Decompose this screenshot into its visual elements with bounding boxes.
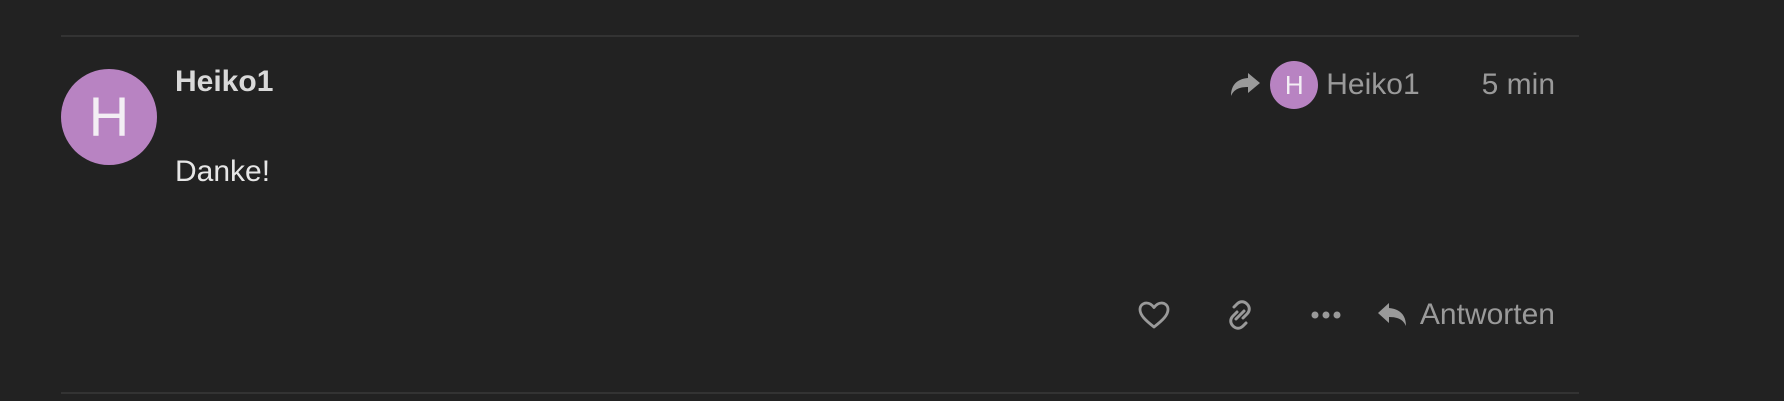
more-button[interactable] xyxy=(1302,291,1350,339)
reply-to-link[interactable]: H Heiko1 xyxy=(1228,61,1420,109)
reply-button[interactable]: Antworten xyxy=(1376,298,1555,332)
copy-link-button[interactable] xyxy=(1216,291,1264,339)
ellipsis-icon xyxy=(1311,310,1341,320)
reply-to-avatar: H xyxy=(1270,61,1319,109)
post: H Heiko1 Danke! H Heiko1 5 min Antworten xyxy=(61,35,1579,394)
link-icon xyxy=(1223,300,1257,330)
post-meta: H Heiko1 5 min xyxy=(1228,61,1555,109)
reply-to-avatar-letter: H xyxy=(1284,70,1304,100)
avatar-letter: H xyxy=(88,85,130,148)
share-forward-icon xyxy=(1228,70,1262,100)
reply-label: Antworten xyxy=(1419,298,1555,331)
post-actions: Antworten xyxy=(1130,291,1555,339)
like-button[interactable] xyxy=(1130,291,1178,339)
heart-icon xyxy=(1137,300,1171,330)
avatar[interactable]: H xyxy=(61,69,157,165)
post-username[interactable]: Heiko1 xyxy=(175,65,273,98)
reply-to-username: Heiko1 xyxy=(1326,68,1420,101)
post-body: Danke! xyxy=(175,155,271,188)
reply-icon xyxy=(1376,300,1410,330)
post-time[interactable]: 5 min xyxy=(1482,68,1555,102)
